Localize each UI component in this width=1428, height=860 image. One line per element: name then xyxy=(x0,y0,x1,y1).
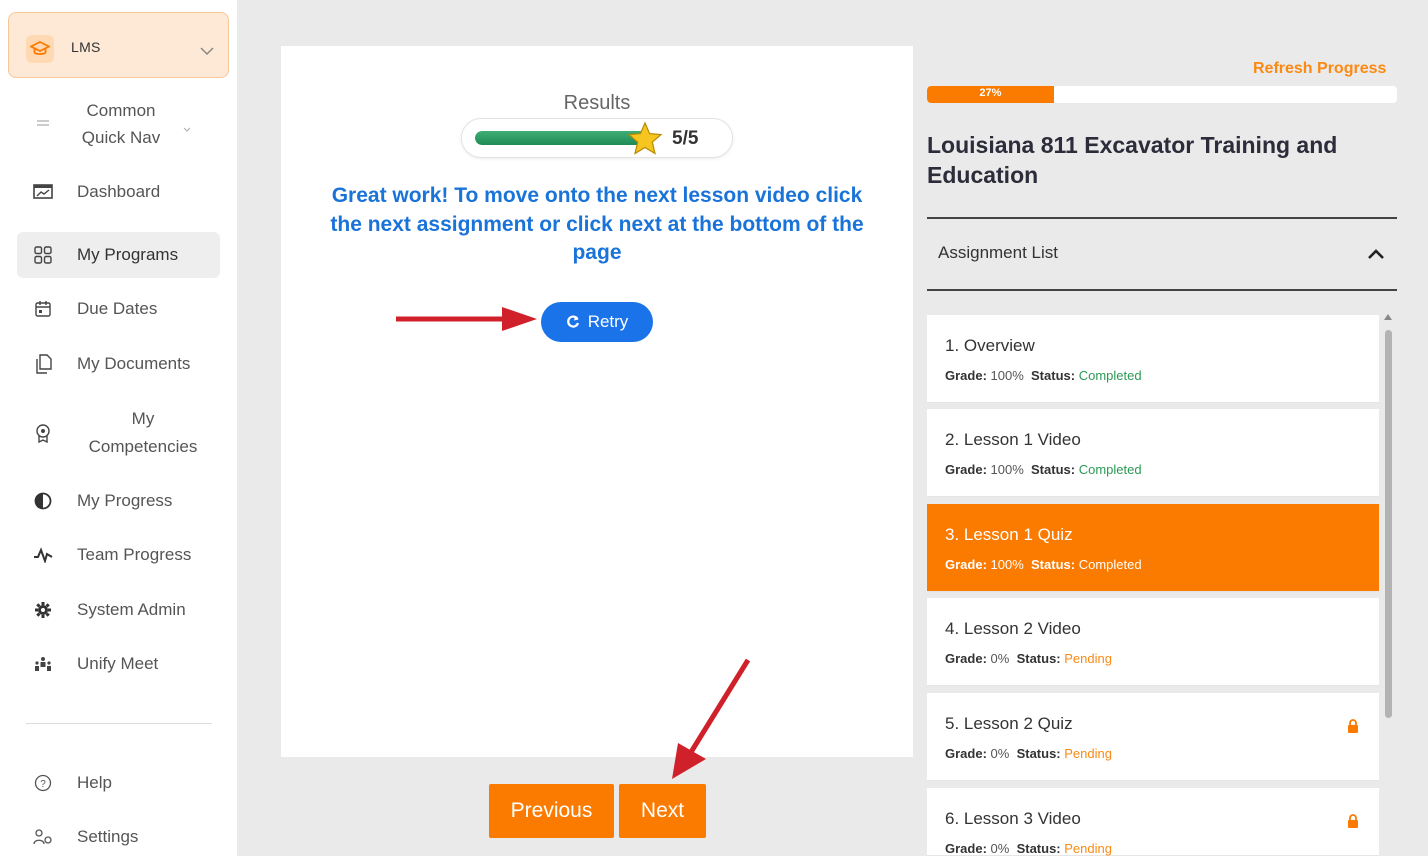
sidebar-item-team-progress[interactable]: Team Progress xyxy=(17,532,220,578)
menu-icon xyxy=(33,114,53,134)
assignment-meta: Grade: 0% Status: Pending xyxy=(945,651,1112,666)
sidebar-item-my-documents[interactable]: My Documents xyxy=(17,341,220,387)
assignment-title: 2. Lesson 1 Video xyxy=(945,430,1081,449)
assignment-title: 1. Overview xyxy=(945,336,1035,355)
assignment-list-header[interactable]: Assignment List xyxy=(938,243,1058,263)
assignment-title: 6. Lesson 3 Video xyxy=(945,809,1081,828)
lms-label: LMS xyxy=(71,39,101,55)
sidebar: LMS Common Quick Nav Dashboard My Progra… xyxy=(0,0,237,856)
sidebar-item-settings[interactable]: Settings xyxy=(17,814,220,860)
assignment-meta: Grade: 100% Status: Completed xyxy=(945,557,1142,572)
assignment-item[interactable]: 2. Lesson 1 Video Grade: 100% Status: Co… xyxy=(927,409,1379,497)
svg-text:?: ? xyxy=(40,779,46,790)
course-progress-label: 27% xyxy=(979,87,1002,99)
divider xyxy=(927,217,1397,219)
assignment-meta: Grade: 100% Status: Completed xyxy=(945,462,1142,477)
sidebar-item-label: Due Dates xyxy=(77,299,158,318)
next-button[interactable]: Next xyxy=(619,784,706,838)
calendar-icon xyxy=(33,299,53,319)
lms-app-switcher[interactable]: LMS xyxy=(8,12,229,78)
result-message: Great work! To move onto the next lesson… xyxy=(330,184,864,264)
status-pending: Pending xyxy=(1064,746,1112,761)
star-icon xyxy=(627,121,663,162)
scroll-up-arrow[interactable] xyxy=(1384,314,1392,320)
meet-icon xyxy=(33,654,53,674)
sidebar-item-label: Common Quick Nav xyxy=(81,101,161,147)
chevron-down-icon xyxy=(199,43,215,61)
assignment-list-scrollbar[interactable] xyxy=(1385,330,1392,718)
annotation-arrow-retry xyxy=(396,307,537,331)
status-completed: Completed xyxy=(1078,368,1142,383)
sidebar-item-label: My Programs xyxy=(77,245,179,264)
documents-icon xyxy=(33,354,53,374)
sidebar-item-my-competencies[interactable]: My Competencies xyxy=(17,405,220,461)
course-title: Louisiana 811 Excavator Training and Edu… xyxy=(927,132,1338,188)
sidebar-item-help[interactable]: ? Help xyxy=(17,760,220,806)
sidebar-item-label: Unify Meet xyxy=(77,654,159,673)
sidebar-item-dashboard[interactable]: Dashboard xyxy=(17,169,220,215)
sidebar-item-label: System Admin xyxy=(77,600,186,619)
score-bar-fill xyxy=(475,131,647,145)
sidebar-item-due-dates[interactable]: Due Dates xyxy=(17,286,220,332)
chevron-down-icon xyxy=(183,120,191,138)
course-progress-bar: 27% xyxy=(927,86,1397,103)
sidebar-item-common-quick-nav[interactable]: Common Quick Nav xyxy=(17,96,220,152)
sidebar-item-label: My Progress xyxy=(77,491,173,510)
results-title: Results xyxy=(563,92,631,114)
assignment-title: 5. Lesson 2 Quiz xyxy=(945,714,1073,733)
divider xyxy=(927,289,1397,291)
settings-icon xyxy=(33,827,53,847)
status-pending: Pending xyxy=(1064,651,1112,666)
award-icon xyxy=(33,423,53,443)
sidebar-item-label: My Competencies xyxy=(88,409,198,456)
assignment-meta: Grade: 100% Status: Completed xyxy=(945,368,1142,383)
assignment-title: 3. Lesson 1 Quiz xyxy=(945,525,1073,544)
lock-icon xyxy=(1347,719,1359,738)
status-completed: Completed xyxy=(1078,557,1142,572)
previous-button[interactable]: Previous xyxy=(489,784,614,838)
sidebar-item-label: Settings xyxy=(77,827,139,846)
sidebar-item-my-progress[interactable]: My Progress xyxy=(17,478,220,524)
gear-icon xyxy=(33,600,53,620)
sidebar-item-label: Help xyxy=(77,773,112,792)
graduation-cap-icon xyxy=(26,35,54,63)
activity-icon xyxy=(33,545,53,565)
annotation-arrow-next xyxy=(672,658,751,779)
dashboard-icon xyxy=(33,182,53,202)
sidebar-item-label: My Documents xyxy=(77,354,191,373)
sidebar-item-system-admin[interactable]: System Admin xyxy=(17,587,220,633)
status-pending: Pending xyxy=(1064,841,1112,856)
chevron-up-icon[interactable] xyxy=(1367,247,1385,265)
progress-icon xyxy=(33,491,53,511)
retry-button[interactable]: Retry xyxy=(541,302,653,342)
sidebar-divider xyxy=(26,723,212,724)
refresh-icon xyxy=(566,315,579,328)
score-bar xyxy=(475,131,647,145)
assignment-meta: Grade: 0% Status: Pending xyxy=(945,746,1112,761)
sidebar-item-label: Team Progress xyxy=(77,545,192,564)
assignment-item[interactable]: 1. Overview Grade: 100% Status: Complete… xyxy=(927,315,1379,403)
sidebar-item-unify-meet[interactable]: Unify Meet xyxy=(17,641,220,687)
refresh-progress-link[interactable]: Refresh Progress xyxy=(1253,60,1386,78)
retry-label: Retry xyxy=(587,312,629,331)
score-text: 5/5 xyxy=(672,128,699,149)
status-completed: Completed xyxy=(1078,462,1142,477)
lock-icon xyxy=(1347,814,1359,833)
assignment-item[interactable]: 6. Lesson 3 Video Grade: 0% Status: Pend… xyxy=(927,788,1379,856)
assignment-title: 4. Lesson 2 Video xyxy=(945,619,1081,638)
assignment-item[interactable]: 5. Lesson 2 Quiz Grade: 0% Status: Pendi… xyxy=(927,693,1379,781)
grid-icon xyxy=(33,245,53,265)
sidebar-item-label: Dashboard xyxy=(77,182,161,201)
assignment-item-active[interactable]: 3. Lesson 1 Quiz Grade: 100% Status: Com… xyxy=(927,504,1379,592)
help-icon: ? xyxy=(33,773,53,793)
assignment-item[interactable]: 4. Lesson 2 Video Grade: 0% Status: Pend… xyxy=(927,598,1379,686)
sidebar-item-my-programs[interactable]: My Programs xyxy=(17,232,220,278)
score-indicator: 5/5 xyxy=(461,118,733,158)
assignment-meta: Grade: 0% Status: Pending xyxy=(945,841,1112,856)
